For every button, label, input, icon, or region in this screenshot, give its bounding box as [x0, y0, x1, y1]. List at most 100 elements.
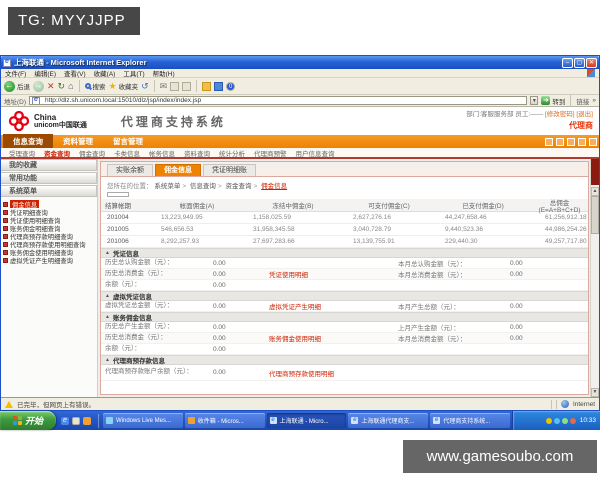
- task-inbox[interactable]: 收件箱 - Micros...: [184, 413, 265, 428]
- menu-help[interactable]: 帮助(H): [153, 68, 175, 78]
- forward-button[interactable]: →: [33, 80, 44, 92]
- links-label[interactable]: 链接: [576, 96, 589, 106]
- tray-volume-icon[interactable]: [561, 417, 568, 424]
- subnav-item-3[interactable]: 卡类信息: [114, 148, 140, 158]
- section-header-prepayment[interactable]: ▲ 代理商预存款信息: [101, 355, 588, 365]
- task-agent-portal[interactable]: e 上海联通代理商支...: [348, 413, 429, 428]
- vertical-scrollbar[interactable]: ▲ ▼: [590, 159, 599, 397]
- nav-tab-info-query[interactable]: 信息查询: [3, 134, 53, 148]
- change-password-link[interactable]: [修改密码]: [545, 111, 575, 118]
- sidebar-item-prepay-usage[interactable]: 代理商预存款使用明细查询: [3, 240, 97, 248]
- breadcrumb-system-menu[interactable]: 系统菜单: [154, 183, 180, 190]
- sidebar-section-common[interactable]: 常用功能: [1, 172, 97, 184]
- field-value: 0.00: [213, 281, 226, 289]
- task-agent-system[interactable]: e 代理商支持系统...: [430, 413, 510, 428]
- quicklaunch-show-desktop-icon[interactable]: [72, 416, 80, 425]
- addon-button[interactable]: 0: [226, 81, 236, 91]
- print-button[interactable]: [170, 81, 180, 91]
- sidebar-item-acct-commission-detail[interactable]: 账务佣金明细查询: [3, 224, 97, 232]
- start-button[interactable]: 开始: [0, 411, 56, 430]
- prepayment-usage-link[interactable]: 代理商预存款使用明细: [269, 368, 398, 378]
- nav-exit-icon[interactable]: [589, 138, 597, 146]
- nav-mail-icon[interactable]: [567, 138, 575, 146]
- title-bar[interactable]: 上海联通 - Microsoft Internet Explorer – ▢ ✕: [1, 56, 599, 69]
- subnav-item-7[interactable]: 代理商预警: [254, 148, 287, 158]
- edit-button[interactable]: [182, 81, 192, 91]
- subnav-item-6[interactable]: 统计分析: [219, 148, 245, 158]
- subnav-item-5[interactable]: 资料查询: [184, 148, 210, 158]
- quicklaunch-media-icon[interactable]: [83, 416, 91, 425]
- sidebar-section-favorites[interactable]: 我的收藏: [1, 159, 97, 171]
- home-button[interactable]: ⌂: [68, 81, 73, 92]
- back-button[interactable]: ← 后退: [4, 80, 30, 92]
- task-shanghai-unicom-ie[interactable]: e 上海联通 - Micro...: [266, 413, 347, 428]
- breadcrumb-funds-query[interactable]: 资金查询: [226, 183, 252, 190]
- favorites-button[interactable]: ★ 收藏夹: [109, 81, 139, 92]
- go-button[interactable]: ➜ 转到: [541, 96, 565, 106]
- scroll-thumb[interactable]: [591, 196, 599, 234]
- sidebar-item-voucher-usage[interactable]: 凭证使用明细查询: [3, 216, 97, 224]
- section-header-virtual-voucher[interactable]: ▲ 虚拟凭证信息: [101, 291, 588, 301]
- nav-home-icon[interactable]: [545, 138, 553, 146]
- refresh-button[interactable]: ↻: [58, 81, 66, 92]
- section-header-acct-commission[interactable]: ▲ 账务佣金信息: [101, 312, 588, 322]
- menu-file[interactable]: 文件(F): [5, 68, 26, 78]
- mail-button[interactable]: ✉: [160, 81, 168, 92]
- menu-edit[interactable]: 编辑(E): [34, 68, 56, 78]
- scroll-up-arrow[interactable]: ▲: [591, 187, 599, 196]
- breadcrumb-info-query[interactable]: 信息查询: [190, 183, 216, 190]
- nav-help-icon[interactable]: [578, 138, 586, 146]
- red-square-icon: [3, 241, 8, 247]
- tray-network-icon[interactable]: [553, 417, 560, 424]
- sidebar-item-prepay-detail[interactable]: 代理商预存款明细查询: [3, 232, 97, 240]
- menu-tools[interactable]: 工具(T): [123, 68, 144, 78]
- scroll-down-arrow[interactable]: ▼: [591, 388, 599, 397]
- minimize-button[interactable]: –: [562, 57, 573, 68]
- history-button[interactable]: ↺: [141, 81, 149, 92]
- watermark-label: www.gamesoubo.com: [403, 440, 597, 473]
- user-employee: 员工:——: [515, 111, 544, 119]
- acct-commission-usage-link[interactable]: 账务佣金使用明细: [269, 333, 398, 343]
- maximize-button[interactable]: ▢: [574, 57, 585, 68]
- sidebar-section-system-menu[interactable]: 系统菜单: [1, 185, 97, 197]
- tab-voucher-ledger[interactable]: 凭证明细账: [203, 164, 256, 176]
- panel-toggle-tab[interactable]: [591, 159, 599, 185]
- task-windows-live[interactable]: Windows Live Mes...: [103, 413, 183, 428]
- subnav-item-2[interactable]: 佣金查询: [79, 148, 105, 158]
- address-dropdown-button[interactable]: ▼: [530, 96, 539, 105]
- links-chevron[interactable]: »: [592, 97, 596, 104]
- menu-favorites[interactable]: 收藏(A): [94, 68, 116, 78]
- close-button[interactable]: ✕: [586, 57, 597, 68]
- subnav-item-funds-query[interactable]: 资金查询: [44, 148, 70, 158]
- nav-tab-data-mgmt[interactable]: 资料管理: [53, 134, 103, 148]
- section-header-voucher-info[interactable]: ▲ 凭证信息: [101, 248, 588, 258]
- virtual-voucher-detail-link[interactable]: 虚拟凭证产生明细: [269, 301, 398, 311]
- taskbar-clock[interactable]: 10:33: [580, 417, 596, 424]
- search-button[interactable]: 搜索: [84, 81, 106, 91]
- tray-app-icon[interactable]: [569, 417, 576, 424]
- inbox-icon: [187, 417, 195, 424]
- voucher-usage-detail-link[interactable]: 凭证使用明细: [269, 269, 398, 279]
- subnav-item-8[interactable]: 用户信息查询: [296, 148, 335, 158]
- stop-button[interactable]: ✕: [47, 81, 55, 92]
- sidebar-item-voucher-detail[interactable]: 凭证明细查询: [3, 208, 97, 216]
- address-input[interactable]: http://dlz.sh.unicom.local:15010/dlz/jsp…: [29, 96, 528, 105]
- tray-shield-icon[interactable]: [545, 417, 552, 424]
- quicklaunch-ie-icon[interactable]: e: [61, 416, 69, 425]
- logout-link[interactable]: [退出]: [576, 111, 593, 118]
- nav-refresh-icon[interactable]: [556, 138, 564, 146]
- sidebar-item-commission-info[interactable]: 佣金信息: [3, 200, 97, 208]
- subnav-item-0[interactable]: 受理查询: [9, 148, 35, 158]
- subnav-item-4[interactable]: 帐务信息: [149, 148, 175, 158]
- field-row: 余额（元）： 0.00: [101, 280, 588, 291]
- folders-button[interactable]: [202, 81, 212, 91]
- tab-commission-info[interactable]: 佣金信息: [155, 164, 201, 176]
- red-square-icon: [3, 209, 8, 215]
- nav-tab-message-mgmt[interactable]: 留言管理: [103, 134, 153, 148]
- status-bar: 已完毕，但网页上有错误。 Internet: [1, 397, 599, 410]
- menu-view[interactable]: 查看(V): [64, 68, 86, 78]
- sidebar-item-virtual-voucher[interactable]: 虚拟凭证产生明细查询: [3, 256, 97, 264]
- sidebar-item-acct-commission-usage[interactable]: 账务佣金使用明细查询: [3, 248, 97, 256]
- tab-real-balance[interactable]: 实账余额: [107, 164, 153, 176]
- messenger-button[interactable]: [214, 81, 224, 91]
